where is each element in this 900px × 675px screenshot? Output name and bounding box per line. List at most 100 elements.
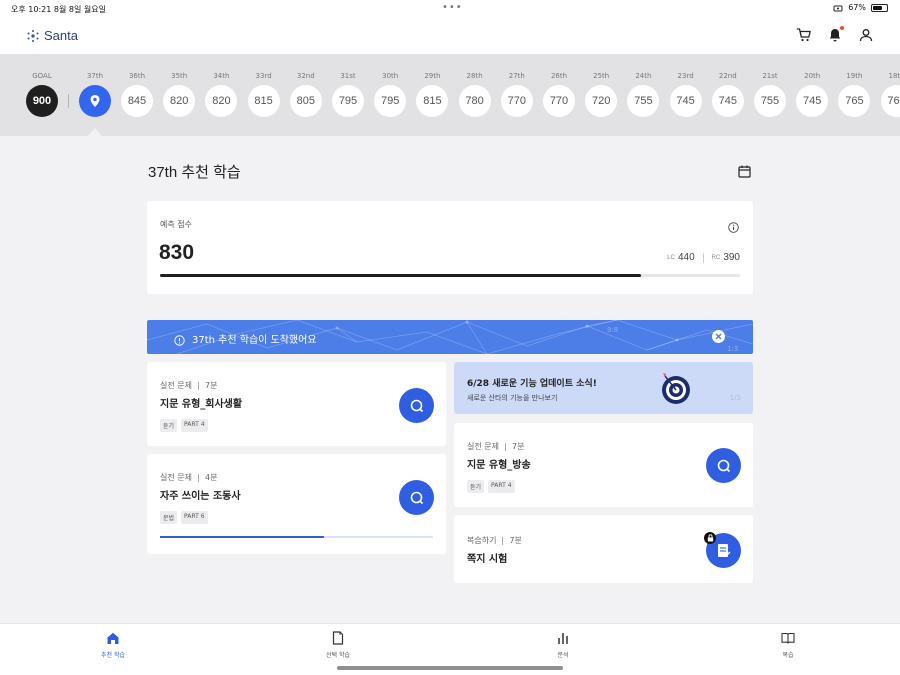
home-indicator[interactable] bbox=[337, 666, 563, 670]
timeline-item[interactable]: 22nd 745 bbox=[708, 54, 748, 117]
santa-logo[interactable]: Santa bbox=[26, 28, 78, 43]
timeline-item[interactable]: 33rd 815 bbox=[244, 54, 284, 117]
nav-label: 분석 bbox=[557, 652, 569, 659]
timeline-item-label: 23rd bbox=[677, 72, 694, 80]
timeline-item-score: 820 bbox=[163, 85, 196, 117]
timeline-item[interactable]: 18th 765 bbox=[877, 54, 900, 117]
battery-icon bbox=[871, 3, 888, 12]
lesson-type: 복습하기 bbox=[467, 536, 497, 545]
promo-card[interactable]: 6/28 새로운 기능 업데이트 소식! 새로운 산타의 기능을 만나보기 1/… bbox=[454, 362, 753, 414]
lesson-duration: 7분 bbox=[511, 442, 525, 451]
book-icon bbox=[781, 632, 795, 644]
start-lesson-button[interactable] bbox=[399, 388, 434, 423]
nav-label: 선택 학습 bbox=[326, 652, 350, 659]
timeline-item-label: 26th bbox=[550, 72, 568, 80]
app-bar: Santa bbox=[0, 18, 900, 54]
profile-icon[interactable] bbox=[858, 27, 874, 43]
bell-icon[interactable] bbox=[827, 26, 844, 43]
timeline-item-label: 31st bbox=[340, 72, 356, 80]
timeline-item[interactable]: 29th 815 bbox=[412, 54, 452, 117]
info-icon[interactable] bbox=[728, 218, 739, 237]
timeline-item[interactable]: 28th 780 bbox=[455, 54, 495, 117]
nav-recommended[interactable]: 추천 학습 bbox=[83, 631, 143, 659]
timeline-item-score: 765 bbox=[838, 85, 871, 117]
quiz-document-icon bbox=[717, 543, 730, 557]
timeline-item[interactable]: 34th 820 bbox=[201, 54, 241, 117]
timeline-item-score: 795 bbox=[374, 85, 407, 117]
review-card[interactable]: 복습하기 7분 쪽지 시험 bbox=[454, 515, 753, 583]
prediction-label: 예측 점수 bbox=[160, 220, 192, 229]
lesson-title: 지문 유형_방송 bbox=[467, 460, 531, 471]
timeline-item-score: 720 bbox=[585, 85, 618, 117]
lc-label: LC bbox=[667, 254, 675, 261]
nav-analysis[interactable]: 분석 bbox=[533, 631, 593, 659]
timeline-item[interactable]: 24th 755 bbox=[623, 54, 663, 117]
timeline-item[interactable]: 21st 755 bbox=[750, 54, 790, 117]
timeline-item[interactable]: 35th 820 bbox=[159, 54, 199, 117]
score-divider bbox=[702, 252, 704, 263]
chip-grammar: 문법 bbox=[160, 511, 178, 524]
timeline-item[interactable]: 31st 795 bbox=[328, 54, 368, 117]
nav-review[interactable]: 복습 bbox=[758, 631, 818, 659]
score-timeline[interactable]: GOAL 900 37th 36th 845 35th 820 34th 820 33rd 8… bbox=[0, 54, 900, 136]
timeline-item-label: 33rd bbox=[255, 72, 272, 80]
timeline-item-label: 29th bbox=[424, 72, 441, 80]
lesson-chips: 듣기 PART 4 bbox=[467, 480, 515, 493]
timeline-item-score: 755 bbox=[627, 85, 660, 117]
lesson-card[interactable]: 실전 문제 7분 지문 유형_회사생활 듣기 PART 4 bbox=[147, 362, 446, 446]
timeline-item[interactable]: 20th 745 bbox=[792, 54, 832, 117]
lock-icon bbox=[704, 532, 716, 544]
timeline-current[interactable]: 37th bbox=[75, 54, 115, 117]
timeline-item-score: 745 bbox=[711, 85, 744, 117]
chip-part: PART 4 bbox=[181, 419, 208, 432]
search-play-icon bbox=[410, 491, 423, 504]
timeline-item-score: 820 bbox=[205, 85, 238, 117]
close-icon bbox=[715, 333, 722, 340]
lesson-card[interactable]: 실전 문제 7분 지문 유형_방송 듣기 PART 4 bbox=[454, 423, 753, 507]
timeline-item[interactable]: 25th 720 bbox=[581, 54, 621, 117]
timeline-item[interactable]: 26th 770 bbox=[539, 54, 579, 117]
multitask-dots-icon[interactable]: ••• bbox=[442, 2, 463, 13]
timeline-item[interactable]: 32nd 805 bbox=[286, 54, 326, 117]
chip-listening: 듣기 bbox=[160, 419, 178, 432]
start-lesson-button[interactable] bbox=[399, 480, 434, 515]
timeline-item-score: 780 bbox=[458, 85, 491, 117]
nav-label: 복습 bbox=[782, 652, 794, 659]
timeline-item[interactable]: 23rd 745 bbox=[666, 54, 706, 117]
arrival-banner[interactable]: 9:8 1:3 37th 추천 학습이 도착했어요 bbox=[147, 320, 753, 354]
promo-subtitle: 새로운 산타의 기능을 만나보기 bbox=[467, 394, 558, 402]
banner-text: 37th 추천 학습이 도착했어요 bbox=[192, 335, 317, 346]
score-progress-fill bbox=[160, 274, 642, 277]
lesson-type: 실전 문제 bbox=[467, 442, 499, 451]
status-right: 67% bbox=[833, 3, 888, 12]
timeline-goal[interactable]: GOAL 900 bbox=[22, 54, 62, 117]
timeline-item-score: 805 bbox=[289, 85, 322, 117]
banner-close-button[interactable] bbox=[712, 330, 725, 343]
chip-part: PART 4 bbox=[488, 480, 515, 493]
cart-icon[interactable] bbox=[796, 27, 812, 43]
calendar-icon[interactable] bbox=[738, 163, 751, 182]
lc-score: 440 bbox=[677, 252, 695, 263]
timeline-item[interactable]: 19th 765 bbox=[834, 54, 874, 117]
nav-label: 추천 학습 bbox=[101, 652, 125, 659]
timeline-item[interactable]: 30th 795 bbox=[370, 54, 410, 117]
lesson-duration: 7분 bbox=[204, 381, 218, 390]
timeline-item-label: 34th bbox=[213, 72, 230, 80]
timeline-item-score: 755 bbox=[754, 85, 786, 117]
chip-part: PART 6 bbox=[181, 511, 208, 524]
lesson-duration: 4분 bbox=[204, 473, 218, 482]
timeline-goal-score: 900 bbox=[26, 85, 58, 117]
score-progress-track bbox=[160, 274, 740, 277]
promo-title: 6/28 새로운 기능 업데이트 소식! bbox=[467, 379, 597, 389]
timeline-item[interactable]: 36th 845 bbox=[117, 54, 157, 117]
lesson-title: 자주 쓰이는 조동사 bbox=[160, 491, 241, 502]
lesson-card[interactable]: 실전 문제 4분 자주 쓰이는 조동사 문법 PART 6 bbox=[147, 454, 446, 554]
prediction-card: 예측 점수 830 LC 440 RC 390 bbox=[147, 201, 753, 294]
timeline-item-label: 36th bbox=[128, 72, 146, 80]
timeline-item[interactable]: 27th 770 bbox=[497, 54, 537, 117]
timeline-item-label: 27th bbox=[508, 72, 525, 80]
timeline-item-score: 745 bbox=[669, 85, 702, 117]
start-lesson-button[interactable] bbox=[706, 448, 741, 483]
timeline-item-score: 815 bbox=[247, 85, 280, 117]
nav-selective[interactable]: 선택 학습 bbox=[308, 631, 368, 659]
